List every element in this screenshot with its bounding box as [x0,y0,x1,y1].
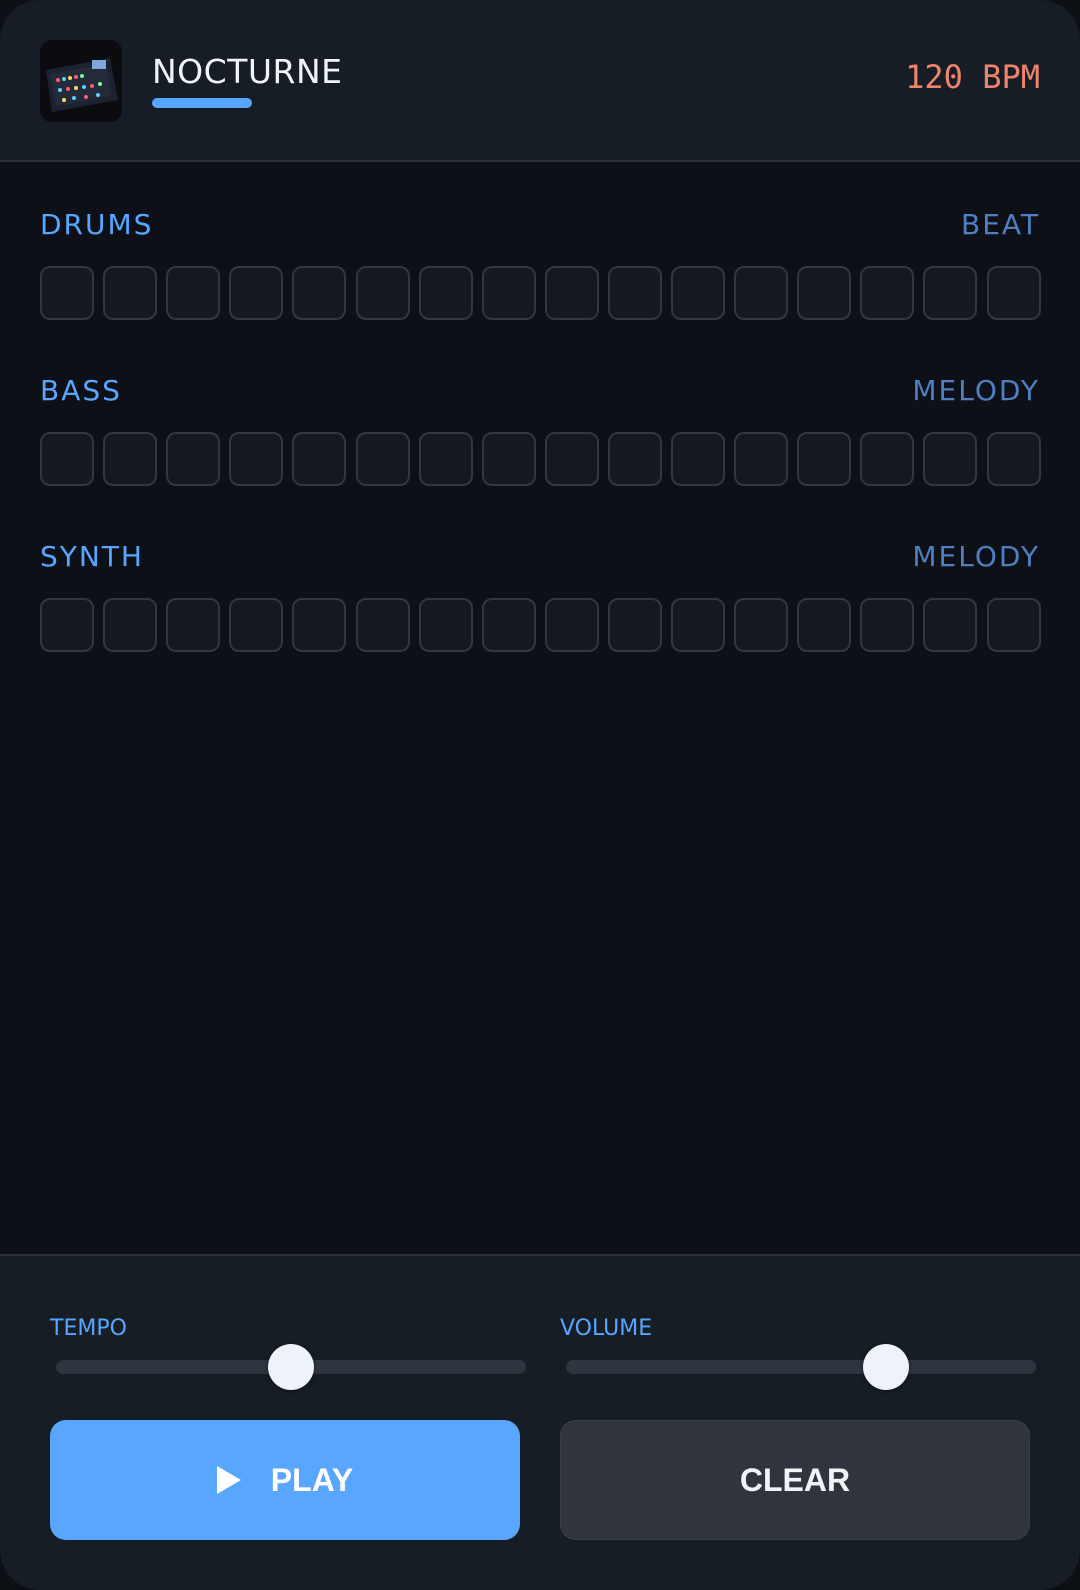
footer-controls: TEMPO VOLUME PLAY CLEAR [0,1254,1080,1590]
tempo-label: TEMPO [50,1316,127,1341]
sequencer-app: NOCTURNE 120 BPM DRUMS BEAT BASS MELODY … [0,0,1080,1590]
step-pad[interactable] [292,598,347,652]
step-pad[interactable] [544,266,599,320]
step-pad[interactable] [418,598,473,652]
title-underline [152,98,252,108]
step-pad[interactable] [40,432,94,486]
step-pad[interactable] [986,432,1041,486]
step-pad[interactable] [355,598,410,652]
step-pad[interactable] [671,598,725,652]
clear-label: CLEAR [739,1461,851,1498]
step-pad[interactable] [355,432,410,486]
track-tag: MELODY [912,540,1040,573]
step-pad[interactable] [229,266,284,320]
step-pad[interactable] [860,266,915,320]
project-title: NOCTURNE [152,52,343,91]
step-pad[interactable] [166,598,221,652]
step-pad[interactable] [418,432,473,486]
volume-slider[interactable] [566,1360,1036,1374]
play-label: PLAY [270,1461,354,1498]
step-pad[interactable] [860,432,915,486]
step-pads [40,432,1041,486]
step-pad[interactable] [671,432,725,486]
step-pad[interactable] [355,266,410,320]
bpm-readout: 120 BPM [905,58,1040,96]
step-pad[interactable] [797,266,852,320]
tempo-slider-knob[interactable] [268,1344,314,1390]
step-pad[interactable] [734,266,789,320]
step-pad[interactable] [103,432,158,486]
step-pad[interactable] [986,598,1041,652]
track-name: SYNTH [40,540,144,573]
track-name: BASS [40,374,122,407]
step-pad[interactable] [607,598,662,652]
step-pad[interactable] [797,432,852,486]
step-pad[interactable] [923,266,978,320]
step-pad[interactable] [607,266,662,320]
step-pads [40,598,1041,652]
step-pad[interactable] [923,432,978,486]
step-pad[interactable] [481,598,536,652]
step-pad[interactable] [923,598,978,652]
step-pad[interactable] [607,432,662,486]
step-pad[interactable] [860,598,915,652]
step-pad[interactable] [292,266,347,320]
volume-slider-knob[interactable] [862,1344,909,1390]
clear-button[interactable]: CLEAR [560,1420,1030,1540]
step-pad[interactable] [40,266,94,320]
step-pad[interactable] [671,266,725,320]
step-pad[interactable] [734,432,789,486]
volume-label: VOLUME [560,1316,653,1341]
track-tag: MELODY [912,374,1040,407]
step-pad[interactable] [292,432,347,486]
step-pad[interactable] [481,266,536,320]
step-pad[interactable] [418,266,473,320]
mixer-console-thumbnail [40,40,122,122]
step-pads [40,266,1041,320]
header: NOCTURNE 120 BPM [0,0,1080,162]
step-pad[interactable] [734,598,789,652]
step-pad[interactable] [797,598,852,652]
play-icon [216,1466,241,1494]
step-pad[interactable] [166,266,221,320]
step-pad[interactable] [481,432,536,486]
play-button[interactable]: PLAY [50,1420,520,1540]
step-pad[interactable] [544,432,599,486]
step-pad[interactable] [103,266,158,320]
step-pad[interactable] [544,598,599,652]
step-pad[interactable] [40,598,94,652]
step-pad[interactable] [103,598,158,652]
step-pad[interactable] [229,598,284,652]
track-name: DRUMS [40,208,154,241]
track-tag: BEAT [961,208,1040,241]
step-pad[interactable] [166,432,221,486]
step-pad[interactable] [229,432,284,486]
step-pad[interactable] [986,266,1041,320]
